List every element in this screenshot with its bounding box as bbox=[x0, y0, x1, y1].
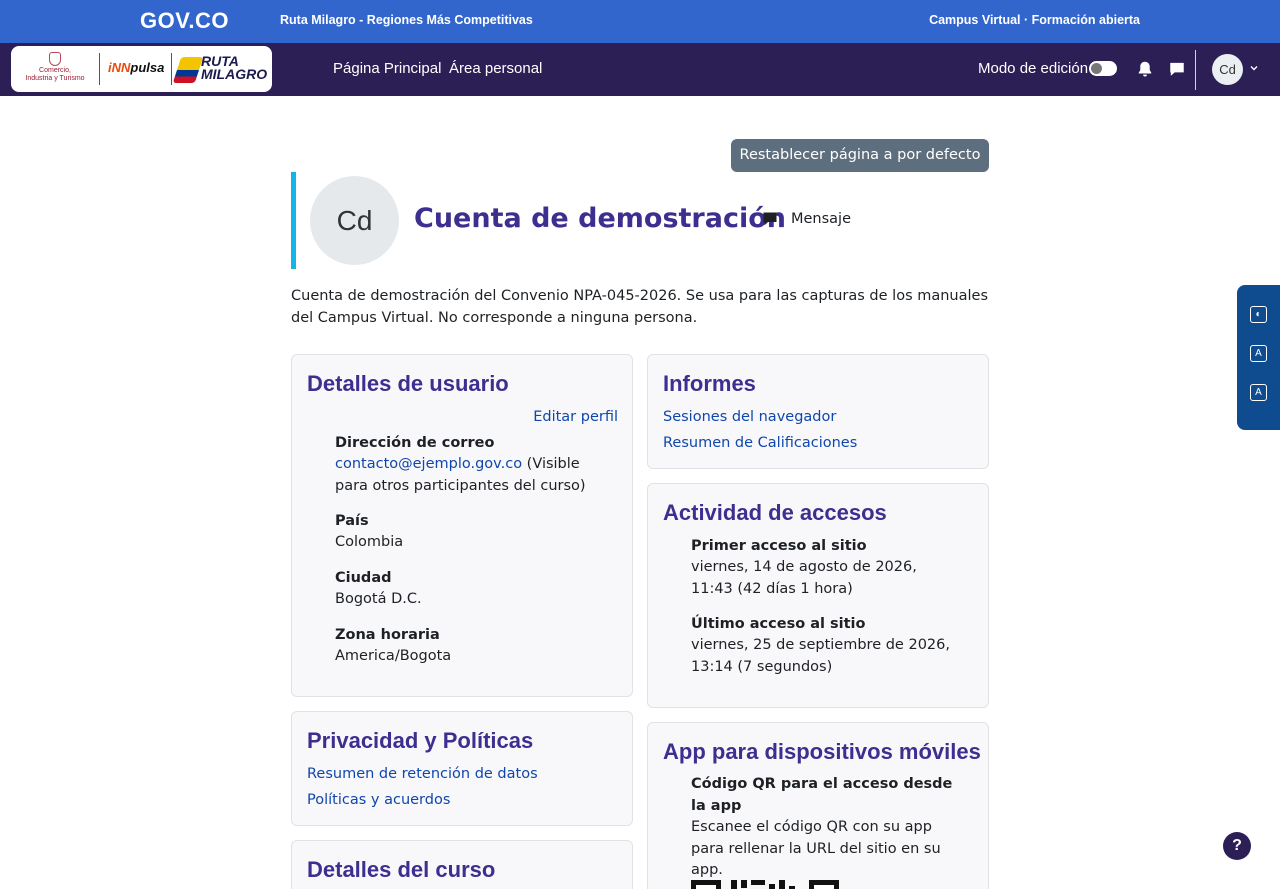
reset-page-button[interactable]: Restablecer página a por defecto bbox=[731, 139, 989, 172]
country-label: País bbox=[335, 513, 369, 529]
user-details-title: Detalles de usuario bbox=[307, 371, 509, 396]
email-link[interactable]: contacto@ejemplo.gov.co bbox=[335, 456, 522, 472]
chat-icon[interactable] bbox=[1168, 60, 1186, 78]
reports-card: Informes Sesiones del navegador Resumen … bbox=[647, 354, 989, 469]
edit-mode-label: Modo de edición bbox=[978, 60, 1089, 77]
timezone-label: Zona horaria bbox=[335, 627, 440, 643]
city-label: Ciudad bbox=[335, 570, 392, 586]
first-access-value: viernes, 14 de agosto de 2026, 11:43 (42… bbox=[691, 559, 917, 597]
main-navbar: Comercio, Industria y Turismo iNNpulsa R… bbox=[0, 43, 1280, 96]
browser-sessions-link[interactable]: Sesiones del navegador bbox=[663, 409, 836, 425]
decrease-font-icon[interactable]: A bbox=[1250, 345, 1267, 362]
qr-description: Escanee el código QR con su app para rel… bbox=[691, 819, 941, 878]
data-retention-link[interactable]: Resumen de retención de datos bbox=[307, 766, 538, 782]
edit-profile-link[interactable]: Editar perfil bbox=[533, 409, 618, 425]
bell-icon[interactable] bbox=[1136, 60, 1154, 78]
policies-link[interactable]: Políticas y acuerdos bbox=[307, 792, 450, 808]
course-details-card: Detalles del curso bbox=[291, 840, 633, 889]
govco-bar: GOV.CO Ruta Milagro - Regiones Más Compe… bbox=[0, 0, 1280, 43]
mincomercio-logo: Comercio, Industria y Turismo bbox=[19, 52, 91, 86]
increase-font-icon[interactable]: A bbox=[1250, 384, 1267, 401]
grades-overview-link[interactable]: Resumen de Calificaciones bbox=[663, 435, 857, 451]
brand-logos[interactable]: Comercio, Industria y Turismo iNNpulsa R… bbox=[11, 46, 272, 92]
user-menu-avatar[interactable]: Cd bbox=[1212, 54, 1243, 85]
govco-tagline: Ruta Milagro - Regiones Más Competitivas bbox=[280, 13, 533, 27]
last-access-value: viernes, 25 de septiembre de 2026, 13:14… bbox=[691, 637, 950, 675]
country-value: Colombia bbox=[335, 534, 404, 550]
contrast-icon[interactable]: ◐ bbox=[1250, 306, 1267, 323]
govco-logo[interactable]: GOV.CO bbox=[140, 8, 229, 34]
access-activity-card: Actividad de accesos Primer acceso al si… bbox=[647, 483, 989, 708]
message-button[interactable]: Mensaje bbox=[791, 211, 851, 227]
qr-code-image bbox=[691, 880, 839, 889]
logo-divider bbox=[171, 53, 172, 85]
mobile-app-title: App para dispositivos móviles bbox=[663, 739, 981, 764]
privacy-card: Privacidad y Políticas Resumen de retenc… bbox=[291, 711, 633, 826]
access-activity-title: Actividad de accesos bbox=[663, 500, 887, 525]
logo-divider bbox=[99, 53, 100, 85]
mobile-app-card: App para dispositivos móviles Código QR … bbox=[647, 722, 989, 889]
qr-label: Código QR para el acceso desde la app bbox=[691, 776, 953, 814]
nav-dashboard-link[interactable]: Área personal bbox=[449, 60, 542, 77]
edit-mode-toggle[interactable] bbox=[1089, 61, 1117, 76]
profile-avatar: Cd bbox=[310, 176, 399, 265]
profile-description: Cuenta de demostración del Convenio NPA-… bbox=[291, 288, 989, 326]
message-icon[interactable] bbox=[762, 211, 778, 227]
email-label: Dirección de correo bbox=[335, 435, 495, 451]
email-value: contacto@ejemplo.gov.co (Visible para ot… bbox=[335, 456, 586, 494]
innpulsa-logo: iNNpulsa bbox=[108, 60, 165, 75]
coat-of-arms-icon bbox=[49, 52, 61, 66]
city-value: Bogotá D.C. bbox=[335, 591, 422, 607]
first-access-label: Primer acceso al sitio bbox=[691, 538, 867, 554]
chevron-down-icon[interactable] bbox=[1249, 63, 1259, 73]
accessibility-toolbar: ◐ A A bbox=[1237, 285, 1280, 430]
profile-accent-bar bbox=[291, 172, 296, 269]
profile-name: Cuenta de demostración bbox=[414, 203, 787, 234]
reports-title: Informes bbox=[663, 371, 756, 396]
privacy-title: Privacidad y Políticas bbox=[307, 728, 534, 753]
ruta-milagro-logo: RUTA MILAGRO bbox=[172, 54, 267, 85]
last-access-label: Último acceso al sitio bbox=[691, 616, 866, 632]
course-details-title: Detalles del curso bbox=[307, 857, 496, 882]
nav-divider bbox=[1195, 50, 1196, 90]
user-details-card: Detalles de usuario Editar perfil Direcc… bbox=[291, 354, 633, 697]
nav-home-link[interactable]: Página Principal bbox=[333, 60, 441, 77]
help-button[interactable]: ? bbox=[1223, 832, 1251, 860]
colombia-flag-icon bbox=[172, 57, 204, 83]
govco-right-text: Campus Virtual · Formación abierta bbox=[929, 13, 1140, 27]
timezone-value: America/Bogota bbox=[335, 648, 452, 664]
